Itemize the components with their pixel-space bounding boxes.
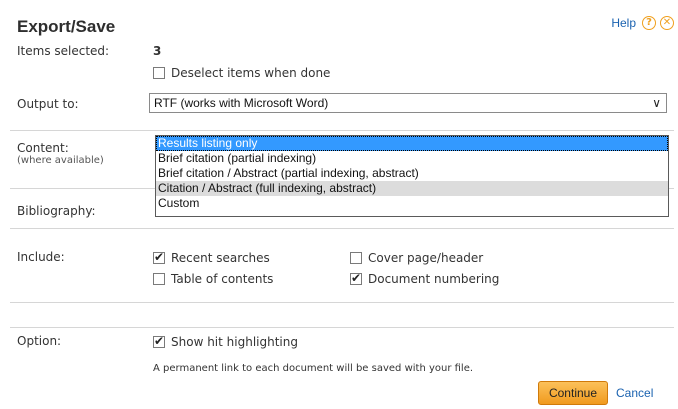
items-selected-count: 3: [153, 44, 162, 58]
recent-searches-checkbox[interactable]: [153, 250, 165, 264]
help-link[interactable]: Help: [611, 16, 636, 30]
continue-button[interactable]: Continue: [538, 381, 608, 405]
content-option[interactable]: Custom: [156, 196, 668, 211]
content-option[interactable]: Brief citation / Abstract (partial index…: [156, 166, 668, 181]
divider: [10, 327, 674, 328]
divider: [10, 130, 674, 131]
export-save-panel: Export/Save Help ? ✕ Items selected: 3 D…: [10, 8, 678, 409]
content-option[interactable]: Brief citation (partial indexing): [156, 151, 668, 166]
content-option[interactable]: Citation / Abstract (full indexing, abst…: [156, 181, 668, 196]
content-label: Content: (where available): [17, 141, 104, 166]
hit-highlighting-label: Show hit highlighting: [171, 335, 298, 349]
divider: [10, 228, 674, 229]
table-of-contents-row[interactable]: Table of contents: [153, 272, 273, 286]
bibliography-label: Bibliography:: [17, 204, 96, 218]
option-label: Option:: [17, 334, 62, 348]
chevron-down-icon: ∨: [652, 96, 661, 110]
hit-highlighting-checkbox[interactable]: [153, 334, 165, 348]
output-format-select[interactable]: RTF (works with Microsoft Word) ∨: [149, 93, 667, 113]
divider: [10, 302, 674, 303]
cover-page-row[interactable]: Cover page/header: [350, 251, 483, 265]
cancel-link[interactable]: Cancel: [616, 386, 653, 400]
output-format-value: RTF (works with Microsoft Word): [154, 96, 329, 110]
close-circle-icon[interactable]: ✕: [660, 16, 674, 30]
content-option[interactable]: Results listing only: [156, 136, 668, 151]
deselect-row[interactable]: Deselect items when done: [153, 66, 330, 80]
cover-page-label: Cover page/header: [368, 251, 484, 265]
help-area: Help ? ✕: [611, 16, 678, 30]
hit-highlighting-row[interactable]: Show hit highlighting: [153, 334, 298, 349]
table-of-contents-checkbox[interactable]: [153, 273, 165, 285]
table-of-contents-label: Table of contents: [171, 272, 274, 286]
document-numbering-label: Document numbering: [368, 272, 500, 286]
permanent-link-note: A permanent link to each document will b…: [153, 363, 474, 374]
question-circle-icon[interactable]: ?: [642, 16, 656, 30]
content-sublabel: (where available): [17, 155, 104, 166]
page-title: Export/Save: [17, 17, 116, 36]
content-label-text: Content:: [17, 141, 69, 155]
items-selected-label: Items selected:: [17, 44, 110, 58]
content-listbox[interactable]: Results listing only Brief citation (par…: [155, 135, 669, 217]
deselect-checkbox[interactable]: [153, 67, 165, 79]
document-numbering-row[interactable]: Document numbering: [350, 271, 500, 286]
document-numbering-checkbox[interactable]: [350, 271, 362, 285]
recent-searches-row[interactable]: Recent searches: [153, 250, 270, 265]
include-label: Include:: [17, 250, 65, 264]
deselect-label: Deselect items when done: [171, 66, 331, 80]
output-to-label: Output to:: [17, 97, 79, 111]
cover-page-checkbox[interactable]: [350, 252, 362, 264]
recent-searches-label: Recent searches: [171, 251, 270, 265]
